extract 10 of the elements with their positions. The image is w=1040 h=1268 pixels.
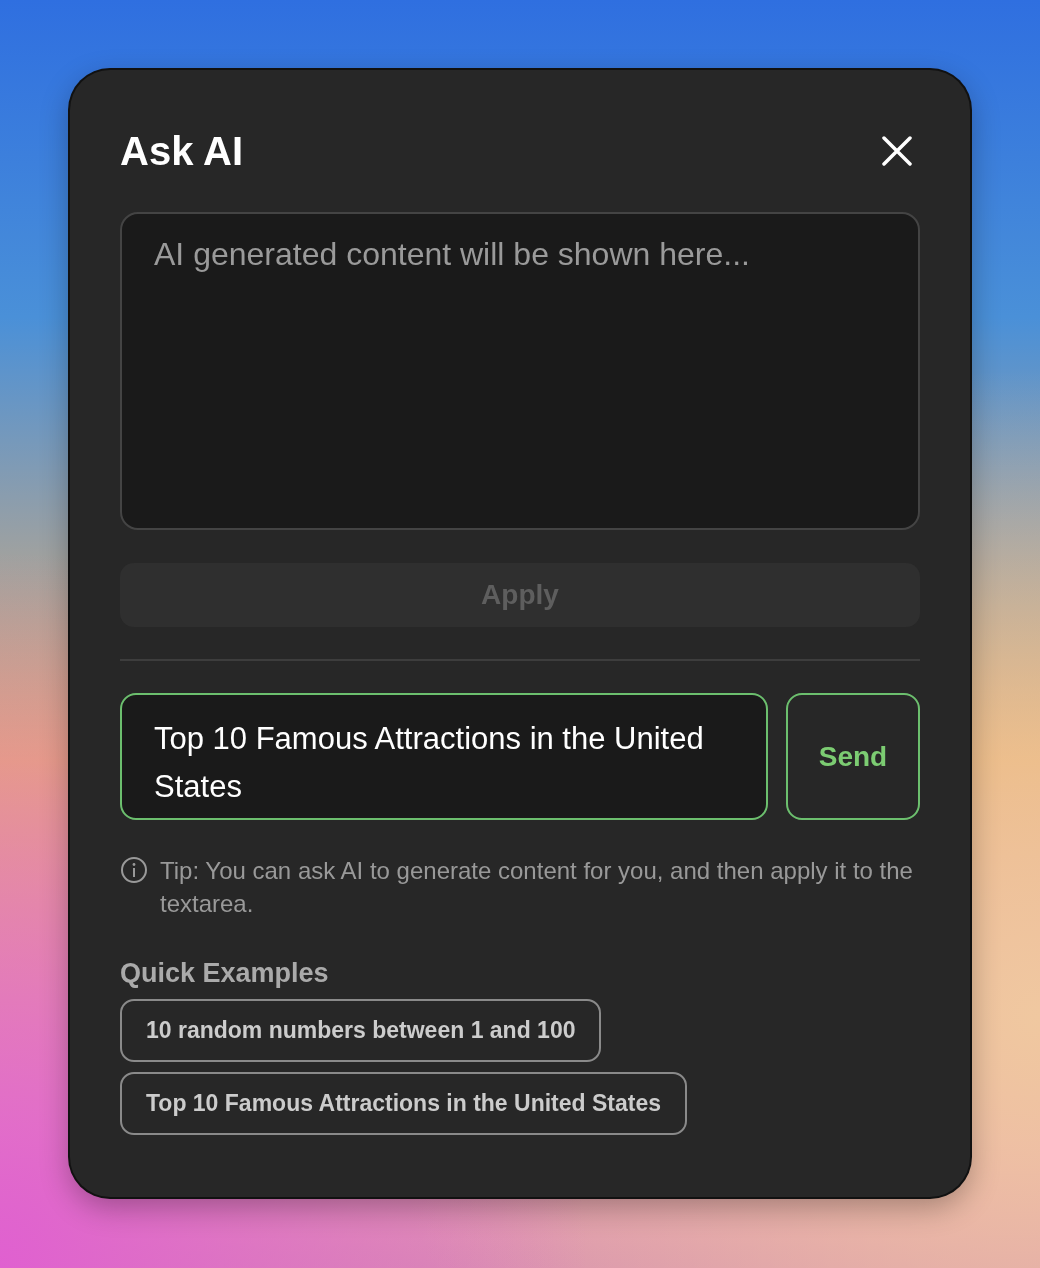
send-button[interactable]: Send xyxy=(786,693,920,820)
prompt-field[interactable]: Top 10 Famous Attractions in the United States xyxy=(120,693,768,820)
dialog-title: Ask AI xyxy=(120,128,243,174)
output-textarea[interactable]: AI generated content will be shown here... xyxy=(120,212,920,530)
example-chip[interactable]: 10 random numbers between 1 and 100 xyxy=(120,999,602,1062)
section-heading: Quick Examples xyxy=(120,958,330,989)
info-icon xyxy=(120,856,148,884)
example-chip[interactable]: Top 10 Famous Attractions in the United States xyxy=(120,1072,687,1135)
tip-text: Tip: You can ask AI to generate content for you, and then apply it to the textarea. xyxy=(160,856,914,919)
close-icon[interactable] xyxy=(882,136,912,166)
